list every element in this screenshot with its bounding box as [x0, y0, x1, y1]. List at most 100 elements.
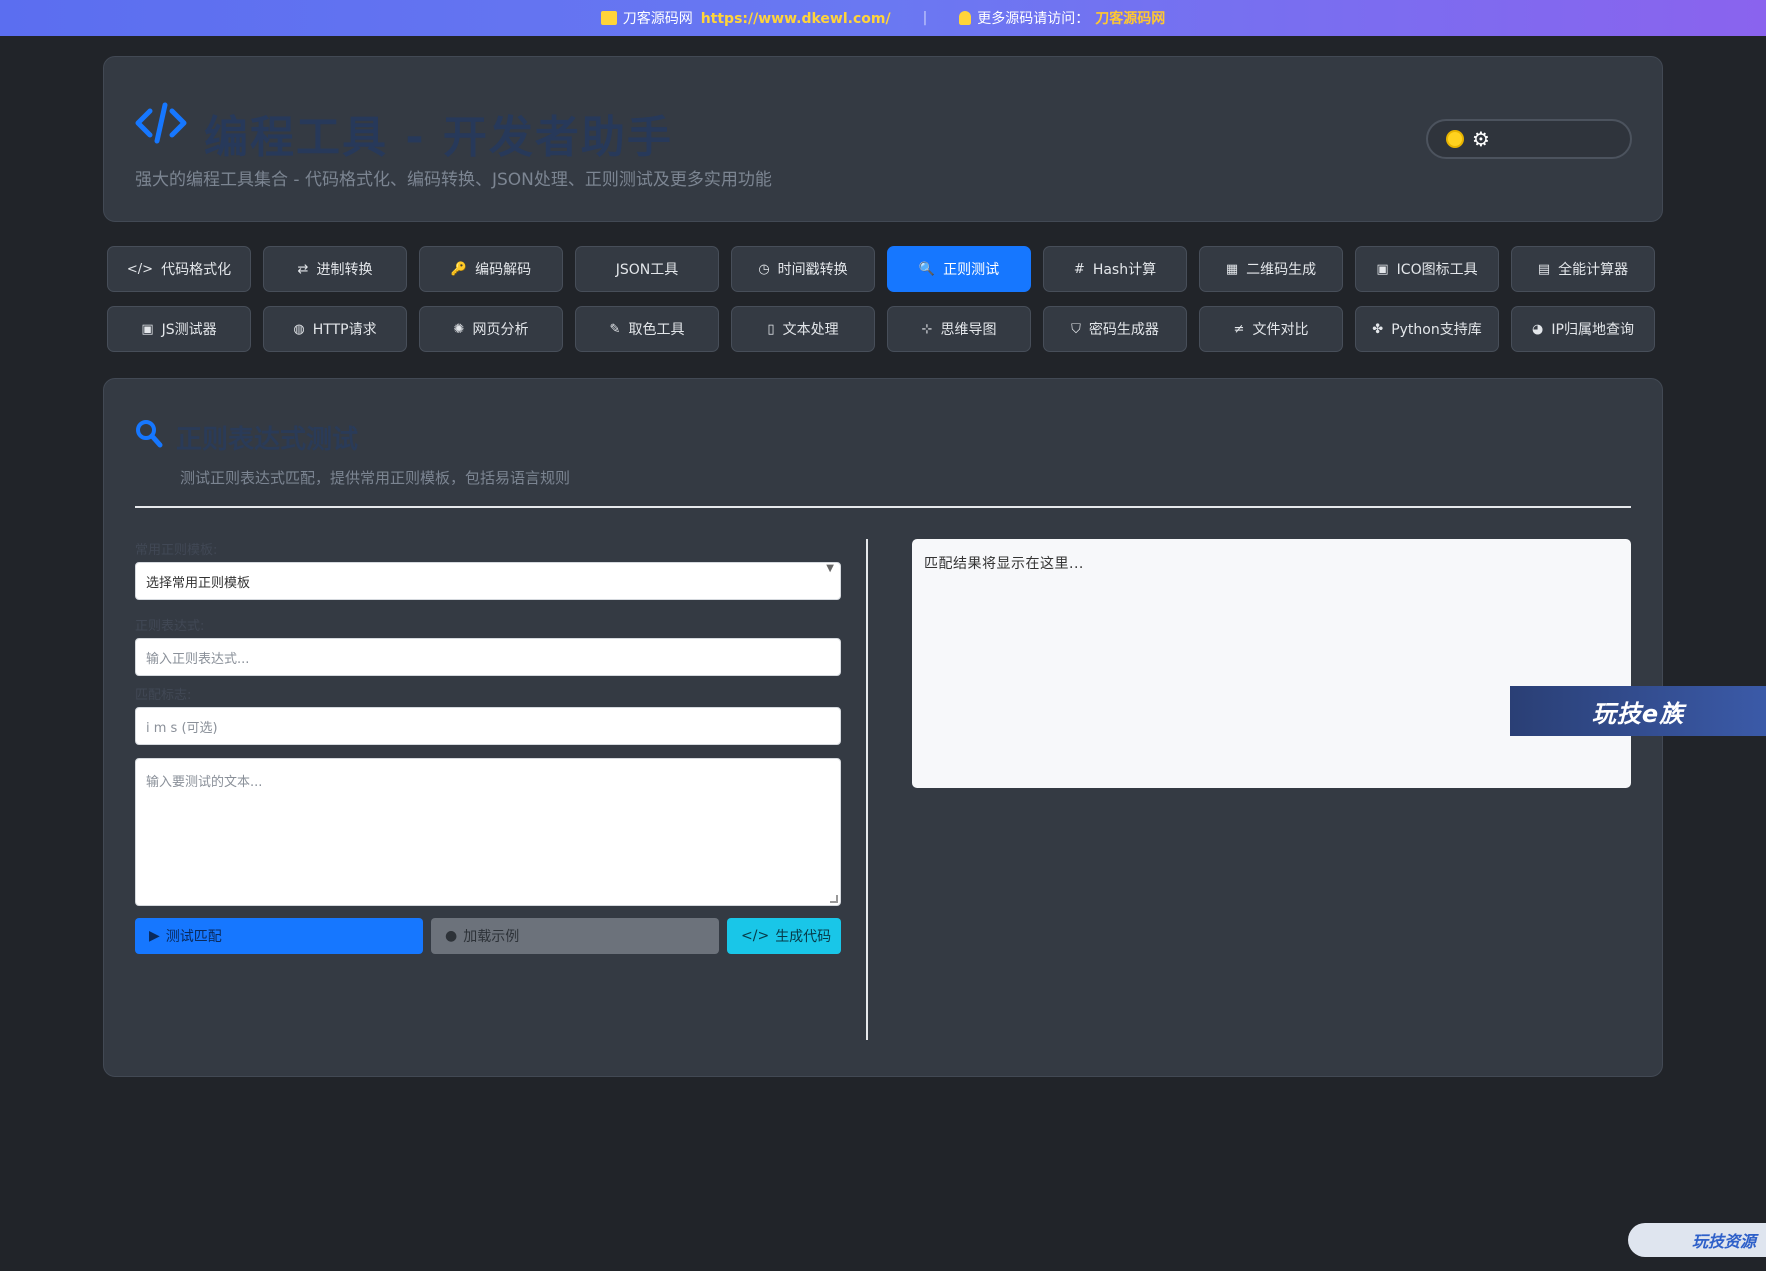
test-match-label: 测试匹配 — [165, 929, 222, 945]
nav-button-label: HTTP请求 — [312, 322, 377, 338]
sitemap-icon: ⊹ — [921, 321, 933, 337]
nav-button-9[interactable]: ▤ 全能计算器 — [1511, 246, 1655, 292]
nav-button-label: IP归属地查询 — [1551, 322, 1634, 338]
not-equal-icon: ≠ — [1233, 321, 1245, 337]
nav-button-label: 取色工具 — [628, 322, 685, 338]
template-select-value: 选择常用正则模板 — [146, 575, 251, 591]
test-text-input[interactable]: 输入要测试的文本... — [135, 758, 841, 906]
top-banner: 刀客源码网 https://www.dkewl.com/ | 更多源码请访问： 刀客… — [0, 0, 1766, 36]
code-logo-icon — [135, 102, 187, 144]
nav-button-label: ICO图标工具 — [1396, 262, 1478, 278]
nav-button-label: JSON工具 — [615, 262, 679, 278]
nav-button-19[interactable]: ◕ IP归属地查询 — [1511, 306, 1655, 352]
nav-button-6[interactable]: # Hash计算 — [1043, 246, 1187, 292]
resize-handle[interactable] — [830, 895, 838, 903]
folder-icon — [600, 11, 617, 25]
action-buttons: ▶ 测试匹配 ● 加载示例 </> 生成代码 — [135, 918, 841, 954]
nav-button-label: 正则测试 — [943, 262, 1000, 278]
nav-button-label: 全能计算器 — [1558, 262, 1629, 278]
site-info: 刀客源码网 https://www.dkewl.com/ — [600, 8, 891, 28]
site-name: 刀客源码网 — [622, 11, 693, 27]
generate-code-label: 生成代码 — [775, 929, 832, 945]
flags-input-placeholder: i m s (可选) — [146, 720, 218, 736]
match-result-area[interactable]: 匹配结果将显示在这里... — [912, 539, 1631, 788]
globe-icon: ◍ — [293, 321, 305, 337]
tool-nav: </> 代码格式化 ⇄ 进制转换 🔑 编码解码 JSON工具 ◷ 时间戳转换 🔍 正则测试 # Hash… — [107, 246, 1659, 352]
nav-button-15[interactable]: ⊹ 思维导图 — [887, 306, 1031, 352]
app-subtitle: 强大的编程工具集合 - 代码格式化、编码转换、JSON处理、正则测试及更多实用功… — [135, 170, 772, 190]
shield-icon: ⛉ — [1071, 321, 1081, 337]
lightbulb-icon: ● — [445, 928, 458, 944]
nav-button-4[interactable]: ◷ 时间戳转换 — [731, 246, 875, 292]
nav-button-3[interactable]: JSON工具 — [575, 246, 719, 292]
nav-button-label: 进制转换 — [316, 262, 373, 278]
nav-button-label: 二维码生成 — [1246, 262, 1317, 278]
nav-button-11[interactable]: ◍ HTTP请求 — [263, 306, 407, 352]
more-link[interactable]: 刀客源码网 — [1095, 11, 1165, 27]
generate-code-button[interactable]: </> 生成代码 — [727, 918, 841, 954]
globe-icon: ◕ — [1532, 321, 1544, 337]
nav-button-1[interactable]: ⇄ 进制转换 — [263, 246, 407, 292]
file-icon: ▯ — [767, 321, 775, 337]
nav-button-10[interactable]: ▣ JS测试器 — [107, 306, 251, 352]
template-select[interactable]: 选择常用正则模板 ▼ — [135, 562, 841, 600]
regex-label: 正则表达式: — [135, 619, 205, 634]
test-text-placeholder: 输入要测试的文本... — [146, 775, 263, 790]
more-text: 更多源码请访问： — [977, 11, 1090, 27]
banner-separator: | — [922, 10, 928, 26]
theme-toggle[interactable]: ⚙ — [1426, 119, 1632, 159]
clock-icon: ◷ — [758, 261, 770, 277]
calculator-icon: ▤ — [1537, 261, 1551, 277]
chevron-down-icon: ▼ — [826, 563, 834, 574]
flags-input[interactable]: i m s (可选) — [135, 707, 841, 745]
nav-button-12[interactable]: ✺ 网页分析 — [419, 306, 563, 352]
regex-input-column: 常用正则模板: 选择常用正则模板 ▼ 正则表达式: 输入正则表达式... 匹配标… — [135, 539, 841, 954]
panel-divider — [135, 506, 1631, 508]
nav-button-13[interactable]: ✎ 取色工具 — [575, 306, 719, 352]
gear-icon: ⚙ — [1472, 127, 1490, 151]
nav-button-14[interactable]: ▯ 文本处理 — [731, 306, 875, 352]
more-info: 更多源码请访问： 刀客源码网 — [959, 8, 1165, 28]
image-icon: ▣ — [1376, 261, 1389, 277]
bug-icon: ✺ — [453, 321, 465, 337]
sun-icon — [1448, 132, 1462, 146]
swap-icon: ⇄ — [297, 261, 309, 277]
site-url-link[interactable]: https://www.dkewl.com/ — [701, 11, 891, 27]
nav-button-8[interactable]: ▣ ICO图标工具 — [1355, 246, 1499, 292]
panel-description: 测试正则表达式匹配，提供常用正则模板，包括易语言规则 — [180, 469, 571, 487]
nav-button-0[interactable]: </> 代码格式化 — [107, 246, 251, 292]
hash-icon: # — [1073, 261, 1085, 277]
code-icon: </> — [741, 928, 770, 944]
play-icon: ▶ — [149, 928, 160, 944]
nav-button-label: 时间戳转换 — [777, 262, 848, 278]
qrcode-icon: ▦ — [1225, 261, 1239, 277]
search-icon — [136, 420, 163, 448]
regex-input[interactable]: 输入正则表达式... — [135, 638, 841, 676]
key-icon: 🔑 — [450, 261, 468, 277]
code-icon: </> — [126, 261, 154, 277]
nav-button-17[interactable]: ≠ 文件对比 — [1199, 306, 1343, 352]
app-title: 编程工具 - 开发者助手 — [204, 112, 673, 163]
watermark-corner-badge[interactable]: 玩技资源 — [1628, 1223, 1766, 1257]
nav-button-5[interactable]: 🔍 正则测试 — [887, 246, 1031, 292]
panel-title: 正则表达式测试 — [176, 425, 359, 455]
nav-button-label: 编码解码 — [475, 262, 532, 278]
watermark-badge[interactable]: 玩技e族 — [1510, 686, 1766, 736]
bell-icon — [959, 11, 972, 25]
load-example-button[interactable]: ● 加载示例 — [431, 918, 719, 954]
nav-button-2[interactable]: 🔑 编码解码 — [419, 246, 563, 292]
regex-input-placeholder: 输入正则表达式... — [146, 651, 250, 667]
eyedropper-icon: ✎ — [609, 321, 621, 337]
nav-button-7[interactable]: ▦ 二维码生成 — [1199, 246, 1343, 292]
regex-panel: 正则表达式测试 测试正则表达式匹配，提供常用正则模板，包括易语言规则 常用正则模… — [103, 378, 1663, 1077]
nav-button-16[interactable]: ⛉ 密码生成器 — [1043, 306, 1187, 352]
nav-button-label: Hash计算 — [1092, 262, 1157, 278]
load-example-label: 加载示例 — [463, 929, 520, 945]
test-match-button[interactable]: ▶ 测试匹配 — [135, 918, 423, 954]
js-icon: ▣ — [141, 321, 154, 337]
nav-button-label: 代码格式化 — [161, 262, 232, 278]
nav-button-label: 网页分析 — [472, 322, 529, 338]
column-divider — [866, 539, 868, 1040]
nav-button-18[interactable]: ✤ Python支持库 — [1355, 306, 1499, 352]
nav-button-label: 文本处理 — [782, 322, 839, 338]
